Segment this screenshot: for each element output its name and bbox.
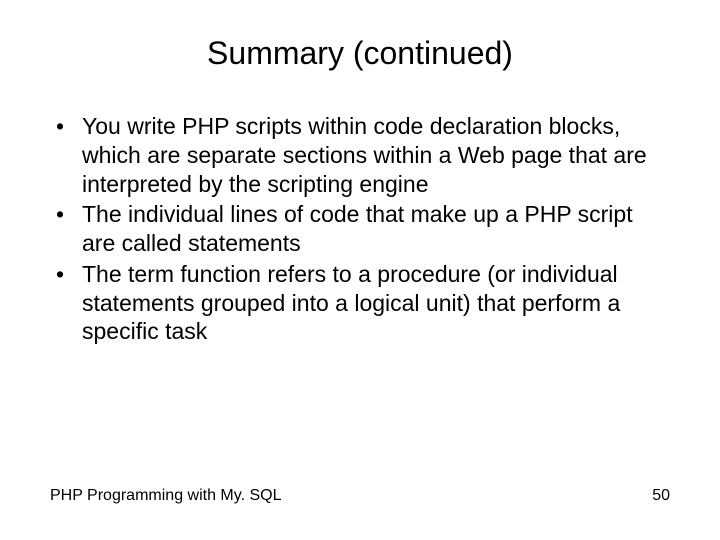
footer-left: PHP Programming with My. SQL xyxy=(50,487,281,505)
bullet-list: You write PHP scripts within code declar… xyxy=(50,112,670,346)
slide: Summary (continued) You write PHP script… xyxy=(0,0,720,540)
slide-title: Summary (continued) xyxy=(50,35,670,72)
bullet-item: You write PHP scripts within code declar… xyxy=(50,112,670,198)
bullet-item: The individual lines of code that make u… xyxy=(50,200,670,258)
slide-content: You write PHP scripts within code declar… xyxy=(50,112,670,487)
page-number: 50 xyxy=(652,487,670,505)
slide-footer: PHP Programming with My. SQL 50 xyxy=(50,487,670,510)
bullet-item: The term function refers to a procedure … xyxy=(50,260,670,346)
